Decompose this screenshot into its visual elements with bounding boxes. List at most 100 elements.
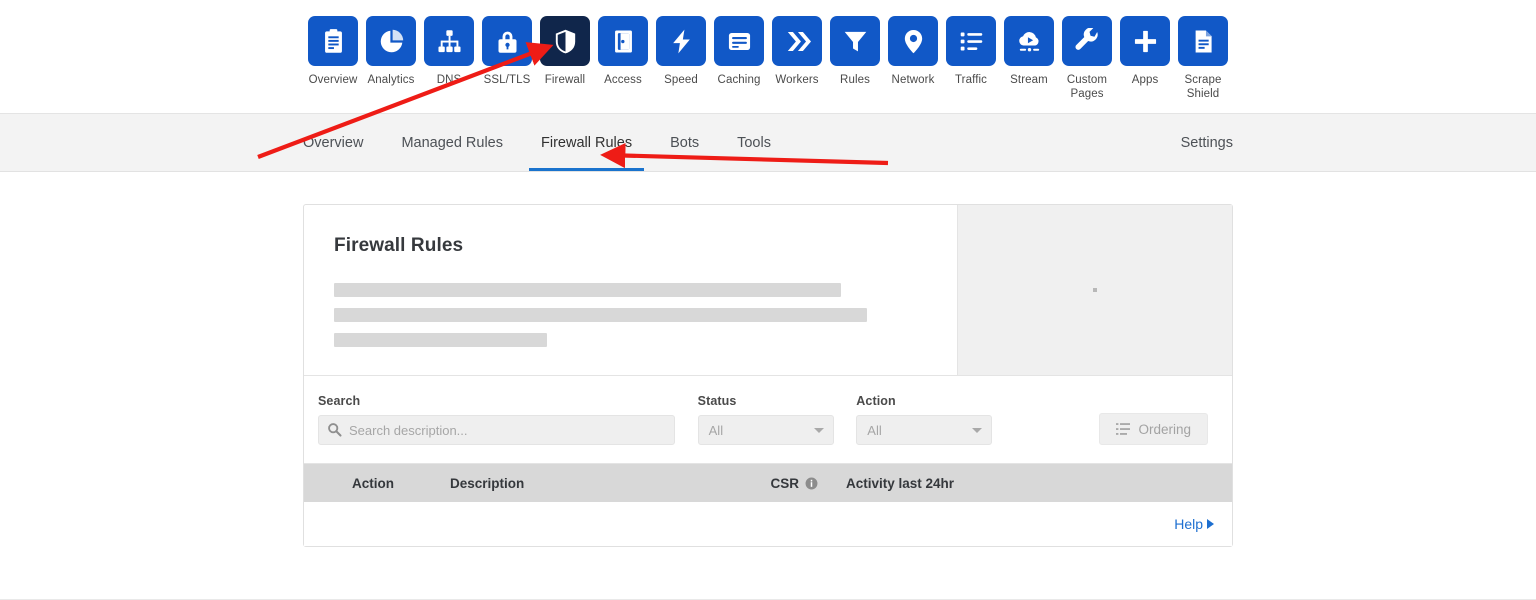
map-pin-icon <box>888 16 938 66</box>
ordering-button-label: Ordering <box>1138 421 1191 437</box>
server-icon <box>714 16 764 66</box>
app-tile-firewall[interactable]: Firewall <box>536 16 594 87</box>
app-tile-access[interactable]: Access <box>594 16 652 87</box>
cloud-play-icon <box>1004 16 1054 66</box>
app-tile-custom-pages[interactable]: Custom Pages <box>1058 16 1116 101</box>
table-header-row: Action Description CSR Activity last 24h… <box>304 464 1232 502</box>
tab-label: Overview <box>303 134 364 151</box>
card-header-left: Firewall Rules <box>304 205 957 375</box>
app-tile-speed[interactable]: Speed <box>652 16 710 87</box>
app-tile-bar: Overview Analytics DNS SSL/TLS Firewall Acces… <box>0 0 1536 114</box>
app-tile-label: Rules <box>840 74 870 86</box>
app-tile-rules[interactable]: Rules <box>826 16 884 87</box>
tab-tools[interactable]: Tools <box>737 114 771 171</box>
app-tile-analytics[interactable]: Analytics <box>362 16 420 87</box>
column-header-description: Description <box>450 475 525 491</box>
lock-icon <box>482 16 532 66</box>
app-tile-label: Custom Pages <box>1066 74 1108 100</box>
search-box <box>318 415 675 445</box>
action-select[interactable]: All <box>856 415 993 445</box>
clipboard-icon <box>308 16 358 66</box>
app-tile-label: Stream <box>1010 74 1048 86</box>
app-tile-label: SSL/TLS <box>483 74 531 86</box>
app-tile-network[interactable]: Network <box>884 16 942 87</box>
card-header-right-panel <box>957 205 1232 375</box>
plus-icon <box>1120 16 1170 66</box>
lightning-bolt-icon <box>656 16 706 66</box>
wrench-icon <box>1062 16 1112 66</box>
status-field: Status All <box>697 394 834 445</box>
app-tile-ssl-tls[interactable]: SSL/TLS <box>478 16 536 87</box>
section-tab-bar: Overview Managed Rules Firewall Rules Bots T… <box>0 114 1536 172</box>
app-tile-list: Overview Analytics DNS SSL/TLS Firewall Acces… <box>304 16 1232 101</box>
app-tile-scrape-shield[interactable]: Scrape Shield <box>1174 16 1232 101</box>
help-link-label: Help <box>1174 516 1203 532</box>
search-input[interactable] <box>318 415 675 445</box>
app-tile-label: Traffic <box>954 74 987 86</box>
placeholder-dot <box>1093 288 1097 292</box>
tab-label: Firewall Rules <box>541 134 633 151</box>
list-icon <box>946 16 996 66</box>
app-tile-label: Workers <box>775 74 819 86</box>
app-tile-label: Speed <box>664 74 698 86</box>
shield-icon <box>540 16 590 66</box>
search-field: Search <box>318 394 675 445</box>
app-tile-traffic[interactable]: Traffic <box>942 16 1000 87</box>
page-title: Firewall Rules <box>334 235 464 256</box>
search-label: Search <box>318 394 361 408</box>
tab-label: Managed Rules <box>401 134 504 151</box>
skeleton-line <box>334 283 841 297</box>
skeleton-line <box>334 308 867 322</box>
app-tile-label: Firewall <box>544 74 586 86</box>
app-tile-stream[interactable]: Stream <box>1000 16 1058 87</box>
document-icon <box>1178 16 1228 66</box>
app-tile-workers[interactable]: Workers <box>768 16 826 87</box>
info-icon[interactable] <box>805 477 818 490</box>
chevrons-icon <box>772 16 822 66</box>
ordering-list-icon <box>1116 422 1131 436</box>
pie-chart-icon <box>366 16 416 66</box>
tab-managed-rules[interactable]: Managed Rules <box>401 114 503 171</box>
app-tile-label: Overview <box>308 74 358 86</box>
tab-bots[interactable]: Bots <box>670 114 699 171</box>
sitemap-icon <box>424 16 474 66</box>
skeleton-placeholder-group <box>334 283 927 347</box>
app-tile-label: Scrape Shield <box>1184 74 1222 100</box>
status-label: Status <box>697 394 737 408</box>
tab-list: Overview Managed Rules Firewall Rules Bots T… <box>303 114 1233 171</box>
app-tile-label: Caching <box>717 74 761 86</box>
status-select[interactable]: All <box>697 415 834 445</box>
app-tile-dns[interactable]: DNS <box>420 16 478 87</box>
filter-row: Search Status All <box>304 376 1232 464</box>
app-tile-label: Analytics <box>367 74 415 86</box>
chevron-down-icon <box>813 428 824 433</box>
card-header: Firewall Rules <box>304 205 1232 376</box>
column-header-csr: CSR <box>708 476 818 491</box>
door-icon <box>598 16 648 66</box>
table-body: Help <box>304 502 1232 546</box>
app-tile-apps[interactable]: Apps <box>1116 16 1174 87</box>
app-tile-label: Network <box>891 74 935 86</box>
app-tile-caching[interactable]: Caching <box>710 16 768 87</box>
column-header-activity: Activity last 24hr <box>846 475 955 491</box>
help-link[interactable]: Help <box>1174 516 1214 532</box>
app-tile-label: DNS <box>436 74 462 86</box>
app-tile-overview[interactable]: Overview <box>304 16 362 87</box>
action-field: Action All <box>856 394 993 445</box>
app-tile-label: Access <box>604 74 642 86</box>
caret-right-icon <box>1207 519 1214 529</box>
column-header-action: Action <box>352 475 394 491</box>
chevron-down-icon <box>972 428 983 433</box>
skeleton-line <box>334 333 547 347</box>
funnel-icon <box>830 16 880 66</box>
ordering-button[interactable]: Ordering <box>1099 413 1208 445</box>
tab-overview[interactable]: Overview <box>303 114 363 171</box>
tab-firewall-rules[interactable]: Firewall Rules <box>529 114 645 171</box>
main-content: Firewall Rules Search Search description… <box>0 172 1536 600</box>
app-tile-label: Apps <box>1131 74 1159 86</box>
tab-label: Bots <box>670 134 700 151</box>
tab-label: Tools <box>737 134 771 151</box>
settings-link[interactable]: Settings <box>1181 135 1233 151</box>
action-label: Action <box>856 394 896 408</box>
column-header-csr-label: CSR <box>770 475 799 491</box>
